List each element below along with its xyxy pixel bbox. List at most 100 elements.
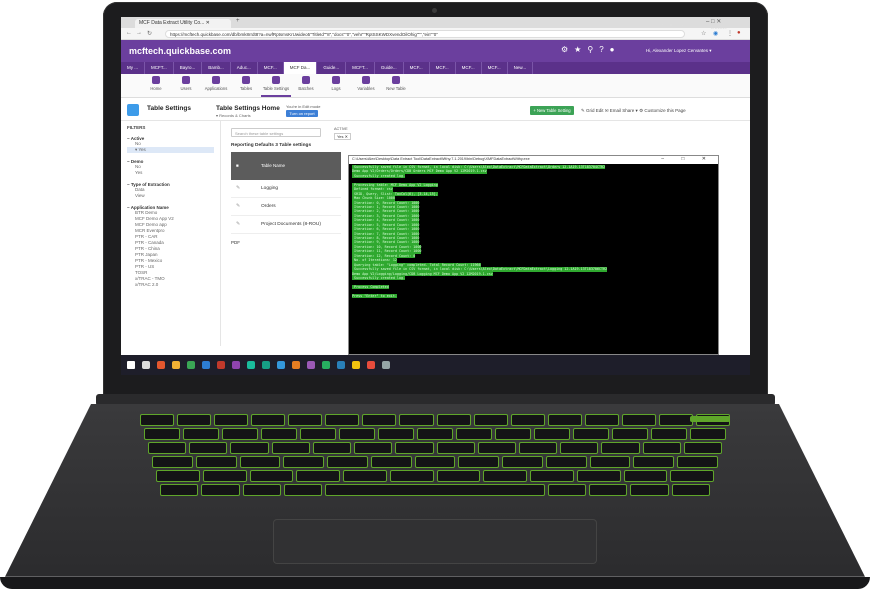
app-tab[interactable]: MCF Da... (283, 62, 318, 74)
keyboard-key (495, 428, 531, 440)
app-tab[interactable]: Bamb... (202, 62, 231, 74)
filter-item[interactable]: View (127, 193, 214, 199)
app-tab[interactable]: My ... (121, 62, 145, 74)
console-window-controls[interactable]: – □ ✕ (661, 156, 714, 162)
app-header: mcftech.quickbase.com ⚙★⚲?● Hi, Alexande… (121, 40, 750, 62)
profile-icon[interactable]: ● (737, 30, 741, 36)
taskbar-app-icon[interactable] (157, 361, 165, 369)
reload-icon[interactable]: ↻ (147, 30, 152, 37)
console-title-bar: C:\Users\Alex\Desktop\Data Extract Tool\… (349, 156, 718, 164)
taskbar-app-icon[interactable] (202, 361, 210, 369)
taskbar-app-icon[interactable] (322, 361, 330, 369)
taskbar-app-icon[interactable] (217, 361, 225, 369)
app-tab[interactable]: Bayro... (174, 62, 203, 74)
taskbar-app-icon[interactable] (292, 361, 300, 369)
taskbar-app-icon[interactable] (352, 361, 360, 369)
settings-icon[interactable]: ⚙ (561, 45, 574, 54)
app-brand[interactable]: mcftech.quickbase.com (129, 46, 231, 56)
app-tab[interactable]: Guide... (375, 62, 404, 74)
app-tab[interactable]: MCFT... (346, 62, 375, 74)
app-tab[interactable]: New... (508, 62, 534, 74)
filter-item[interactable]: Yes (127, 170, 214, 176)
extension-icon[interactable]: ◉ (713, 30, 718, 37)
table-search-input[interactable]: Search these table settings (231, 128, 321, 137)
toolbar-item[interactable]: Home (141, 74, 171, 97)
app-tab[interactable]: MCF... (404, 62, 430, 74)
taskbar-app-icon[interactable] (142, 361, 150, 369)
toolbar-item[interactable]: Applications (201, 74, 231, 97)
row-edit-icon[interactable]: ✎ (236, 186, 240, 191)
page-actions[interactable]: ✎ Grid Edit ✉ Email Share ▾ ⚙ Customize … (581, 108, 686, 114)
keyboard-key (458, 456, 500, 468)
app-tab[interactable]: MCFT... (145, 62, 174, 74)
filter-item[interactable]: ▾ Yes (127, 147, 214, 153)
app-tab[interactable]: MCF... (456, 62, 482, 74)
taskbar-clock[interactable]: 7:23 PM 2/1/2019 (711, 20, 727, 30)
laptop-screen: MCF Data Extract Utility Co... ✕ + – □ ✕… (121, 17, 750, 375)
table-name-column-header[interactable]: Table Name (261, 163, 285, 168)
app-tab[interactable]: Aduc... (231, 62, 258, 74)
console-output: Successfully saved file in CSV format, i… (349, 164, 718, 355)
search-icon[interactable]: ⚲ (587, 45, 599, 54)
row-table-name: Project Documents (8-ROU) (261, 222, 321, 227)
notification-icon[interactable]: ● (610, 45, 621, 54)
taskbar-app-icon[interactable] (307, 361, 315, 369)
help-icon[interactable]: ? (599, 45, 609, 54)
toolbar-item[interactable]: Table Settings (261, 74, 291, 97)
table-row[interactable]: ✎ Logging (231, 182, 341, 198)
user-menu[interactable]: Hi, Alexander Lopez Cervantes ▾ (646, 48, 712, 54)
keyboard-key (183, 428, 219, 440)
browser-tab[interactable]: MCF Data Extract Utility Co... ✕ (135, 19, 231, 28)
keyboard-key (327, 456, 368, 468)
taskbar-app-icon[interactable] (187, 361, 195, 369)
toolbar-item[interactable]: Tables (231, 74, 261, 97)
taskbar-app-icon[interactable] (367, 361, 375, 369)
toolbar-item-icon (392, 76, 400, 84)
toolbar-item[interactable]: New Table (381, 74, 411, 97)
star-icon[interactable]: ☆ (701, 30, 706, 37)
table-row[interactable]: ✎ Orders (231, 200, 341, 216)
url-field[interactable]: https://mcftech.quickbase.com/db/bmk8rrd… (165, 30, 685, 38)
windows-taskbar (121, 355, 750, 375)
taskbar-app-icon[interactable] (262, 361, 270, 369)
console-window: C:\Users\Alex\Desktop\Data Extract Tool\… (348, 155, 719, 355)
favorite-icon[interactable]: ★ (574, 45, 587, 54)
browser-tab-bar: MCF Data Extract Utility Co... ✕ + – □ ✕ (121, 17, 750, 28)
app-tab[interactable]: MCF... (430, 62, 456, 74)
app-tab[interactable]: MCF... (482, 62, 508, 74)
report-mode-button[interactable]: Turn on report (286, 110, 318, 117)
back-icon[interactable]: ← (126, 30, 132, 36)
system-tray[interactable]: ∧ ☃ ■ ⊕ ENG (661, 22, 686, 27)
row-table-name: Logging (261, 186, 279, 191)
toolbar-item[interactable]: Batches (291, 74, 321, 97)
table-row[interactable]: ✎ Project Documents (8-ROU) (231, 218, 341, 234)
active-filter-chip[interactable]: Yes ✕ (334, 133, 351, 140)
toolbar-item[interactable]: Variables (351, 74, 381, 97)
filter-item[interactable]: x/TRAC 2.0 (127, 282, 214, 288)
app-tab[interactable]: Guide... (317, 62, 347, 74)
keyboard-key (510, 414, 545, 426)
app-tabs: My ... MCFT... Bayro... Bamb... Aduc... MCF..… (121, 62, 750, 74)
taskbar-app-icon[interactable] (232, 361, 240, 369)
records-charts-link[interactable]: ▾ Records & Charts (216, 113, 251, 118)
keyboard-key (677, 456, 718, 468)
forward-icon[interactable]: → (136, 30, 142, 36)
app-tab[interactable]: MCF... (258, 62, 284, 74)
taskbar-app-icon[interactable] (337, 361, 345, 369)
row-edit-icon[interactable]: ✎ (236, 204, 240, 209)
keyboard-key (325, 414, 360, 426)
keyboard-key (148, 442, 187, 454)
taskbar-app-icon[interactable] (172, 361, 180, 369)
new-tab-button[interactable]: + (236, 18, 240, 24)
select-all-icon[interactable]: ■ (236, 163, 239, 168)
menu-icon[interactable]: ⋮ (727, 30, 733, 37)
toolbar-item[interactable]: Users (171, 74, 201, 97)
new-table-setting-button[interactable]: + New Table Setting (530, 106, 574, 115)
taskbar-app-icon[interactable] (277, 361, 285, 369)
taskbar-app-icon[interactable] (382, 361, 390, 369)
start-icon[interactable] (127, 361, 135, 369)
toolbar-item-icon (272, 76, 280, 84)
taskbar-app-icon[interactable] (247, 361, 255, 369)
toolbar-item[interactable]: Logs (321, 74, 351, 97)
row-edit-icon[interactable]: ✎ (236, 222, 240, 227)
